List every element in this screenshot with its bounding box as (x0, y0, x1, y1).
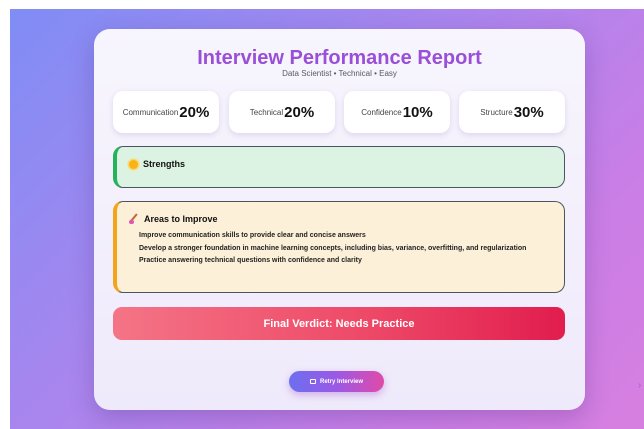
retry-interview-label: Retry Interview (319, 378, 364, 385)
retry-icon (309, 379, 316, 384)
final-verdict-banner: Final Verdict: Needs Practice (113, 307, 565, 340)
score-cards: Communication 20% Technical 20% Confiden… (113, 91, 565, 133)
chevron-right-icon: › (638, 380, 642, 391)
stat-communication: Communication 20% (113, 91, 219, 133)
stat-value: 20% (284, 103, 315, 121)
improve-list: Improve communication skills to provide … (139, 232, 547, 270)
sun-icon (129, 159, 138, 169)
stat-structure: Structure 30% (459, 91, 565, 133)
report-card: Interview Performance Report Data Scient… (94, 29, 585, 410)
stat-label: Technical (249, 107, 284, 117)
stat-value: 30% (513, 103, 544, 121)
strengths-heading: Strengths (129, 159, 185, 169)
list-item: Improve communication skills to provide … (139, 232, 366, 239)
paintbrush-icon (129, 214, 139, 224)
list-item: Practice answering technical questions w… (139, 257, 362, 264)
stat-technical: Technical 20% (229, 91, 335, 133)
strengths-panel: Strengths (113, 146, 565, 188)
final-verdict-text: Final Verdict: Needs Practice (263, 317, 415, 330)
stat-label: Structure (480, 107, 513, 117)
stat-label: Confidence (361, 107, 402, 117)
stat-value: 10% (402, 103, 433, 121)
stat-confidence: Confidence 10% (344, 91, 450, 133)
page-subtitle: Data Scientist • Technical • Easy (282, 69, 397, 78)
improve-panel: Areas to Improve Improve communication s… (113, 201, 565, 293)
stat-label: Communication (122, 107, 179, 117)
list-item: Develop a stronger foundation in machine… (139, 244, 527, 252)
retry-interview-button[interactable]: Retry Interview (289, 371, 384, 392)
improve-heading: Areas to Improve (129, 214, 218, 224)
strengths-heading-text: Strengths (143, 159, 186, 169)
page-title: Interview Performance Report (197, 47, 482, 69)
improve-heading-text: Areas to Improve (144, 214, 218, 224)
stat-value: 20% (179, 103, 210, 121)
